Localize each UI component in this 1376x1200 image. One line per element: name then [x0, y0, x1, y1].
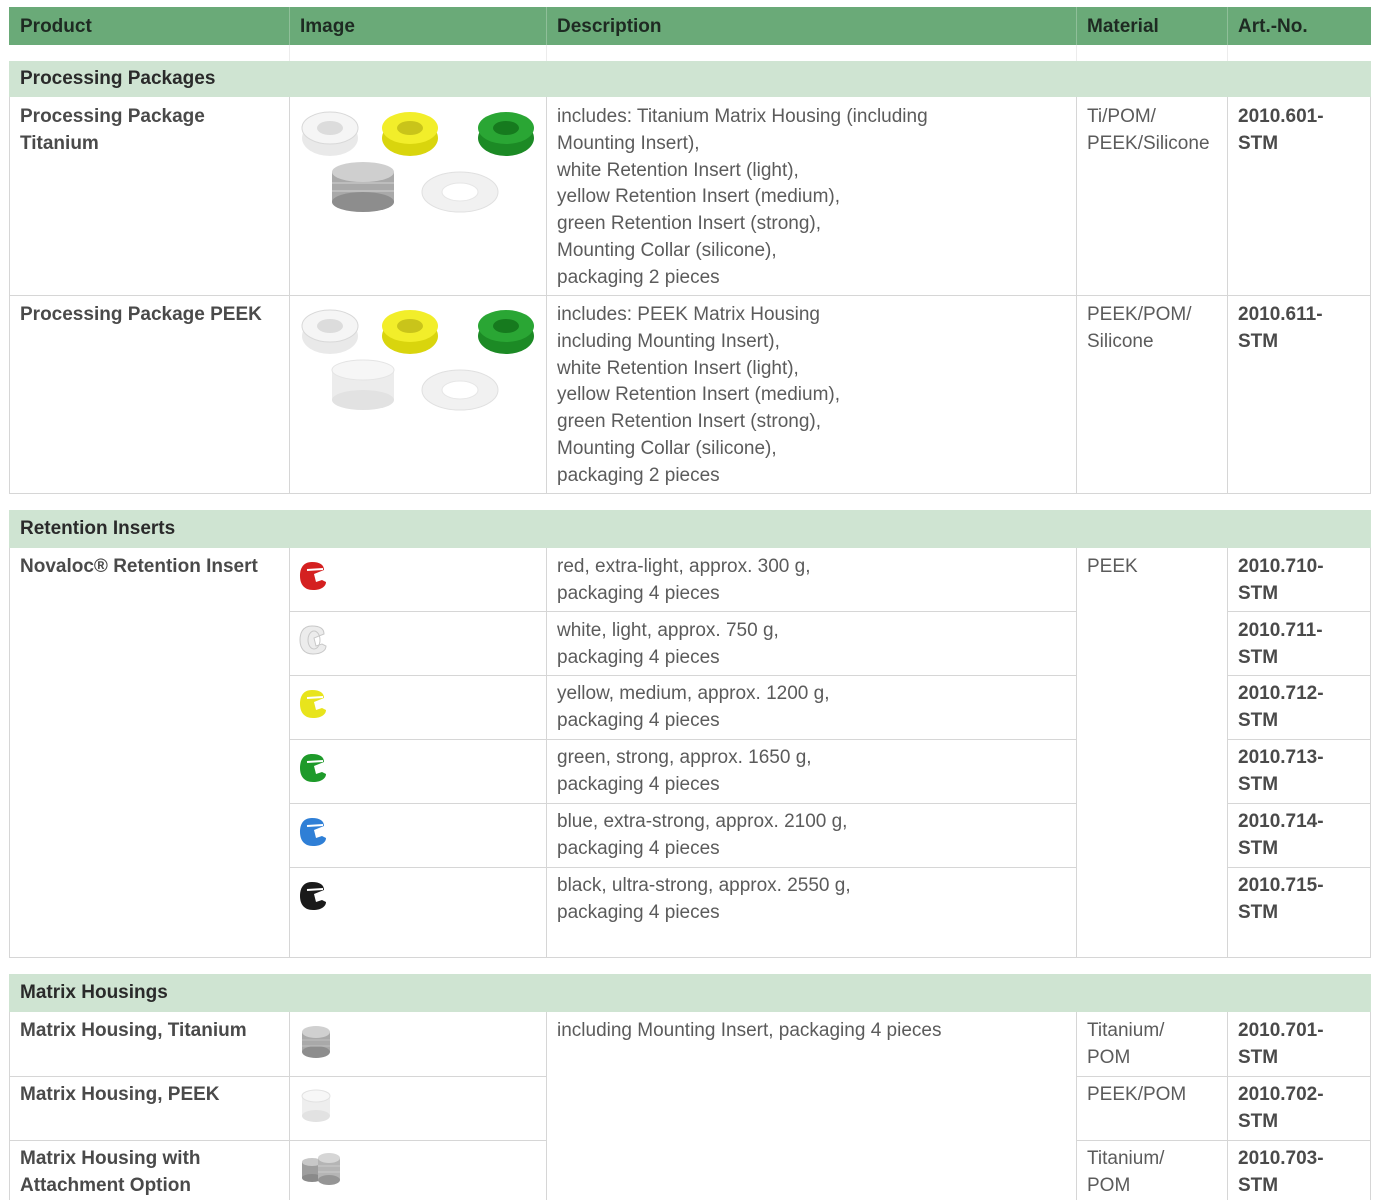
header-description: Description: [557, 16, 662, 37]
article-number: 2010.601- STM: [1238, 106, 1324, 154]
description: red, extra-light, approx. 300 g, packagi…: [557, 556, 811, 604]
product-name: Novaloc® Retention Insert: [20, 556, 258, 577]
black-insert-icon: [300, 882, 326, 910]
description: black, ultra-strong, approx. 2550 g, pac…: [557, 875, 851, 923]
mounting-collar-icon: [421, 171, 499, 213]
description: includes: Titanium Matrix Housing (inclu…: [557, 106, 928, 288]
material: PEEK: [1087, 556, 1138, 577]
mounting-collar-icon: [421, 369, 499, 411]
white-ring-icon: [301, 309, 359, 354]
material: Ti/POM/ PEEK/Silicone: [1087, 106, 1210, 154]
attachment-housing-icon: [302, 1153, 340, 1185]
yellow-ring-icon: [382, 112, 438, 156]
section-title: Matrix Housings: [20, 982, 168, 1003]
blue-insert-icon: [300, 818, 326, 846]
green-insert-icon: [300, 754, 326, 782]
header-product: Product: [20, 16, 92, 37]
table-header: [9, 7, 1371, 45]
header-image: Image: [300, 16, 355, 37]
product-image: [296, 302, 536, 422]
article-number: 2010.701- STM: [1238, 1020, 1324, 1068]
product-name: Processing Package Titanium: [20, 106, 205, 154]
material: Titanium/ POM: [1087, 1148, 1165, 1196]
description: white, light, approx. 750 g, packaging 4…: [557, 620, 779, 668]
product-image: [296, 104, 536, 224]
white-ring-icon: [301, 111, 359, 156]
section-matrix-housings: [9, 974, 1371, 1012]
article-number: 2010.715- STM: [1238, 875, 1324, 923]
green-ring-icon: [478, 112, 534, 156]
material: Titanium/ POM: [1087, 1020, 1165, 1068]
header-material: Material: [1087, 16, 1159, 37]
section-retention-inserts: [9, 510, 1371, 548]
description: blue, extra-strong, approx. 2100 g, pack…: [557, 811, 848, 859]
article-number: 2010.702- STM: [1238, 1084, 1324, 1132]
product-name: Matrix Housing, Titanium: [20, 1020, 247, 1041]
article-number: 2010.713- STM: [1238, 747, 1324, 795]
header-artno: Art.-No.: [1238, 16, 1308, 37]
product-name: Processing Package PEEK: [20, 304, 262, 325]
peek-housing-icon: [331, 359, 395, 410]
description: includes: PEEK Matrix Housing including …: [557, 304, 840, 486]
red-insert-icon: [300, 562, 326, 590]
green-ring-icon: [478, 310, 534, 354]
titanium-housing-icon: [302, 1026, 330, 1058]
description: green, strong, approx. 1650 g, packaging…: [557, 747, 812, 795]
description: including Mounting Insert, packaging 4 p…: [557, 1020, 942, 1041]
material: PEEK/POM: [1087, 1084, 1187, 1105]
product-name: Matrix Housing with Attachment Option: [20, 1148, 201, 1196]
yellow-ring-icon: [382, 310, 438, 354]
article-number: 2010.611- STM: [1238, 304, 1323, 352]
article-number: 2010.714- STM: [1238, 811, 1324, 859]
article-number: 2010.703- STM: [1238, 1148, 1324, 1196]
article-number: 2010.712- STM: [1238, 683, 1324, 731]
white-insert-icon: [299, 625, 327, 655]
section-title: Processing Packages: [20, 68, 216, 89]
article-number: 2010.710- STM: [1238, 556, 1324, 604]
article-number: 2010.711- STM: [1238, 620, 1323, 668]
description: yellow, medium, approx. 1200 g, packagin…: [557, 683, 830, 731]
material: PEEK/POM/ Silicone: [1087, 304, 1192, 352]
product-name: Matrix Housing, PEEK: [20, 1084, 220, 1105]
section-title: Retention Inserts: [20, 518, 176, 539]
peek-housing-icon: [301, 1089, 331, 1122]
yellow-insert-icon: [300, 690, 326, 718]
titanium-housing-icon: [332, 162, 394, 212]
